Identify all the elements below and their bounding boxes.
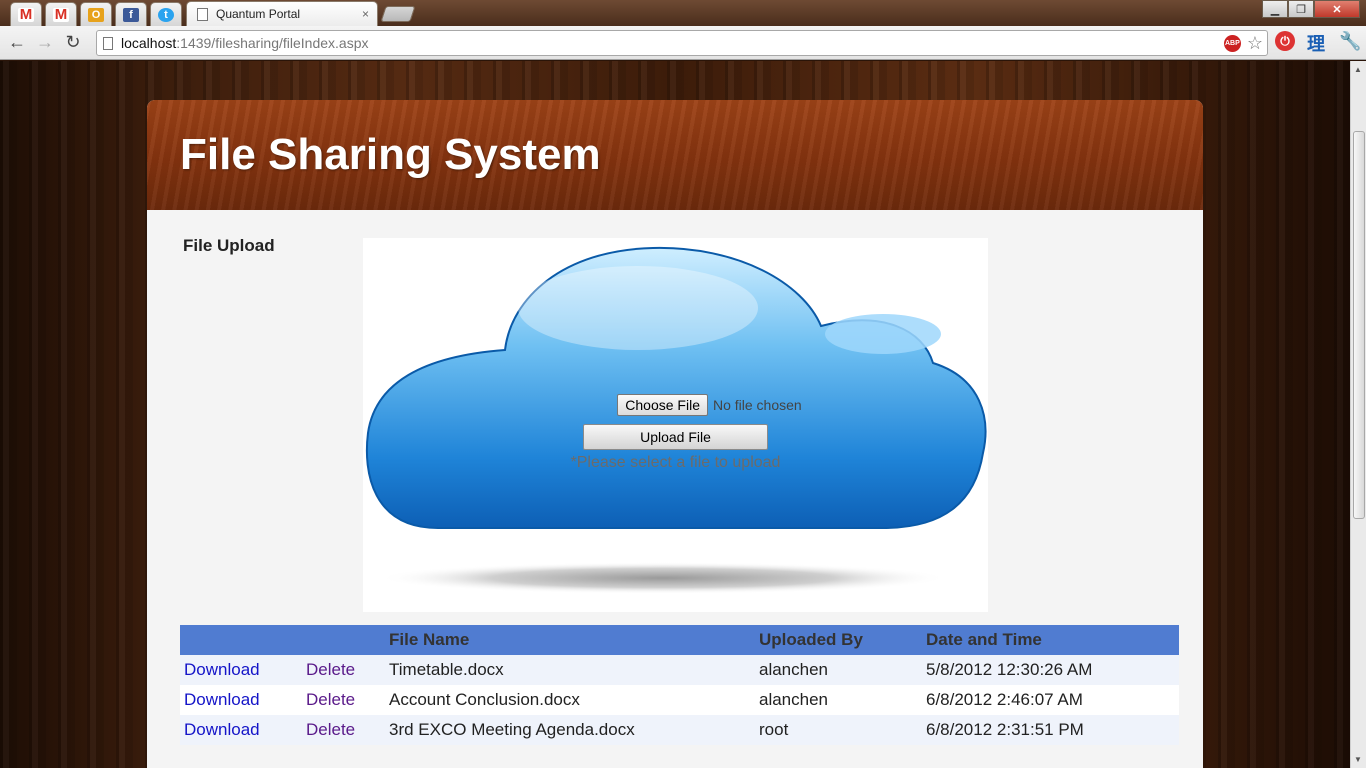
table-header-row: File Name Uploaded By Date and Time xyxy=(180,625,1179,655)
download-link[interactable]: Download xyxy=(184,720,260,739)
extension-stop-icon[interactable]: ⏻ xyxy=(1275,31,1295,51)
column-header-date-time: Date and Time xyxy=(922,625,1179,655)
pinned-tab-facebook[interactable]: f xyxy=(115,2,147,26)
delete-link[interactable]: Delete xyxy=(306,720,355,739)
scrollbar-thumb[interactable] xyxy=(1353,131,1365,519)
main-panel: File Sharing System File Upload Choose F… xyxy=(147,100,1203,768)
pinned-tab-outlook[interactable]: O xyxy=(80,2,112,26)
cloud-upload-area: Choose File No file chosen Upload File *… xyxy=(363,238,988,612)
column-header-file-name: File Name xyxy=(385,625,755,655)
tab-strip: M M O f t Quantum Portal × ▁ ❐ ✕ xyxy=(0,0,1366,26)
close-window-icon[interactable]: ✕ xyxy=(1314,0,1360,18)
scroll-up-arrow-icon[interactable]: ▲ xyxy=(1354,65,1362,74)
column-header-download xyxy=(180,625,302,655)
twitter-icon: t xyxy=(158,7,174,22)
window-controls: ▁ ❐ ✕ xyxy=(1262,0,1360,18)
upload-file-button[interactable]: Upload File xyxy=(583,424,768,450)
download-link[interactable]: Download xyxy=(184,660,260,679)
gmail-icon: M xyxy=(18,6,34,23)
adblock-icon[interactable]: ABP xyxy=(1223,35,1241,52)
minimize-icon[interactable]: ▁ xyxy=(1262,0,1288,18)
date-time-cell: 5/8/2012 12:30:26 AM xyxy=(922,655,1179,685)
new-tab-button[interactable] xyxy=(380,6,416,22)
tab-quantum-portal[interactable]: Quantum Portal × xyxy=(186,1,378,26)
uploaded-by-cell: alanchen xyxy=(755,655,922,685)
browser-toolbar: ← → ↻ localhost:1439/filesharing/fileInd… xyxy=(0,26,1366,60)
file-upload-label: File Upload xyxy=(183,236,275,255)
page-title: File Sharing System xyxy=(180,130,601,179)
date-time-cell: 6/8/2012 2:31:51 PM xyxy=(922,715,1179,745)
vertical-scrollbar[interactable]: ▲ ▼ xyxy=(1350,61,1366,768)
table-row: Download Delete Account Conclusion.docx … xyxy=(180,685,1179,715)
files-table: File Name Uploaded By Date and Time Down… xyxy=(180,625,1179,745)
file-name-cell: 3rd EXCO Meeting Agenda.docx xyxy=(385,715,755,745)
pinned-tab-gmail-1[interactable]: M xyxy=(10,2,42,26)
no-file-chosen-text: No file chosen xyxy=(712,397,802,413)
choose-file-button[interactable]: Choose File xyxy=(617,394,708,416)
scroll-down-arrow-icon[interactable]: ▼ xyxy=(1354,755,1362,764)
delete-link[interactable]: Delete xyxy=(306,690,355,709)
address-bar[interactable]: localhost:1439/filesharing/fileIndex.asp… xyxy=(96,30,1268,56)
delete-link[interactable]: Delete xyxy=(306,660,355,679)
facebook-icon: f xyxy=(123,7,139,22)
column-header-uploaded-by: Uploaded By xyxy=(755,625,922,655)
date-time-cell: 6/8/2012 2:46:07 AM xyxy=(922,685,1179,715)
wrench-icon[interactable]: 🔧 xyxy=(1339,31,1361,52)
tab-close-icon[interactable]: × xyxy=(362,7,369,21)
restore-icon[interactable]: ❐ xyxy=(1288,0,1314,18)
bookmark-star-icon[interactable]: ☆ xyxy=(1247,33,1263,54)
table-row: Download Delete Timetable.docx alanchen … xyxy=(180,655,1179,685)
back-arrow-icon[interactable]: ← xyxy=(3,29,31,57)
uploaded-by-cell: alanchen xyxy=(755,685,922,715)
table-row: Download Delete 3rd EXCO Meeting Agenda.… xyxy=(180,715,1179,745)
forward-arrow-icon[interactable]: → xyxy=(31,29,59,57)
file-name-cell: Account Conclusion.docx xyxy=(385,685,755,715)
page-icon xyxy=(197,7,208,21)
download-link[interactable]: Download xyxy=(184,690,260,709)
page-icon xyxy=(103,36,113,50)
outlook-icon: O xyxy=(88,7,104,22)
upload-form: Choose File No file chosen Upload File *… xyxy=(363,394,988,472)
page-header: File Sharing System xyxy=(147,100,1203,210)
page-viewport: File Sharing System File Upload Choose F… xyxy=(0,61,1350,768)
upload-hint-text: *Please select a file to upload xyxy=(570,454,781,471)
file-name-cell: Timetable.docx xyxy=(385,655,755,685)
pinned-tab-twitter[interactable]: t xyxy=(150,2,182,26)
gmail-icon: M xyxy=(53,6,69,23)
url-path: :1439/filesharing/fileIndex.aspx xyxy=(176,35,369,51)
column-header-delete xyxy=(302,625,385,655)
url-host: localhost xyxy=(121,35,177,51)
pinned-tab-gmail-2[interactable]: M xyxy=(45,2,77,26)
extension-translate-icon[interactable]: 理 xyxy=(1307,30,1325,56)
reload-icon[interactable]: ↻ xyxy=(59,29,87,57)
uploaded-by-cell: root xyxy=(755,715,922,745)
tab-title: Quantum Portal xyxy=(216,7,301,21)
